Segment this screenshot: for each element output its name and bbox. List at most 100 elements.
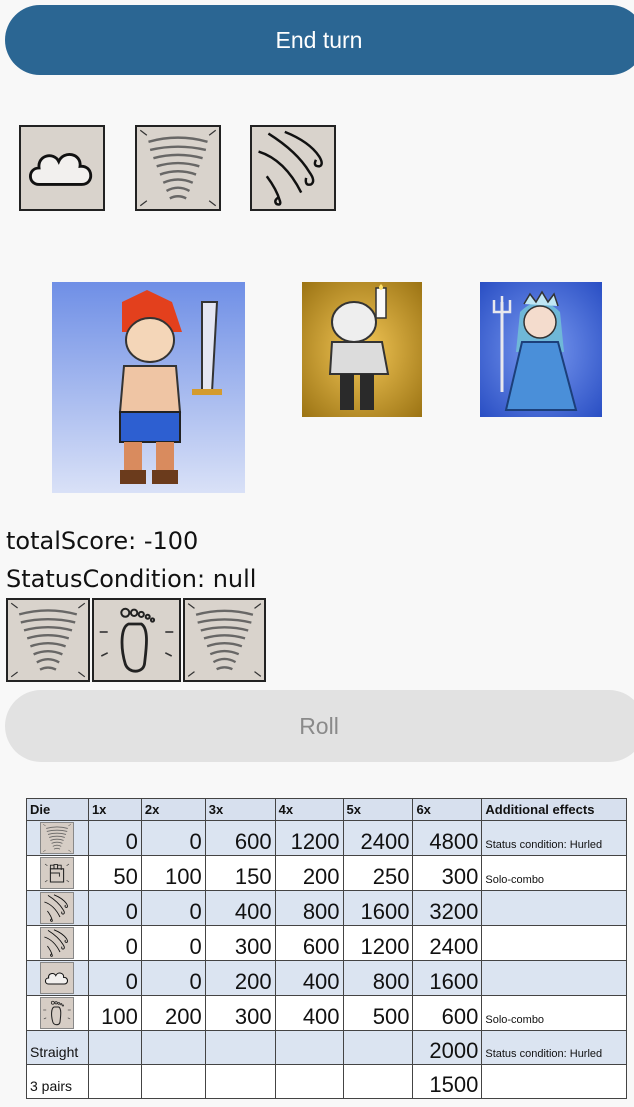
value-cell: 0	[140, 925, 206, 961]
value-cell: 100	[140, 855, 206, 891]
character-portrait-ice-queen[interactable]	[480, 282, 602, 417]
die-cell	[26, 925, 89, 961]
effect-cell: Solo-combo	[481, 855, 627, 891]
effect-cell: Status condition: Hurled	[481, 1030, 627, 1065]
rolled-die-tornado-1[interactable]	[6, 598, 90, 682]
value-cell: 200	[274, 855, 344, 891]
table-row: 50 100 150 200 250 300 Solo-combo	[26, 855, 627, 891]
value-cell: 2400	[342, 820, 414, 856]
table-row: 100 200 300 400 500 600 Solo-combo	[26, 995, 627, 1031]
col-header-2x: 2x	[140, 798, 206, 821]
col-header-4x: 4x	[274, 798, 344, 821]
value-cell: 300	[412, 855, 483, 891]
value-cell	[87, 1064, 142, 1099]
value-cell: 0	[87, 960, 142, 996]
table-row: 3 pairs 1500	[26, 1064, 627, 1099]
value-cell: 0	[140, 960, 206, 996]
value-cell: 200	[204, 960, 276, 996]
rolled-die-footprint[interactable]	[92, 598, 181, 682]
value-cell	[87, 1030, 142, 1065]
red-haired-swordsman-portrait	[52, 282, 245, 493]
value-cell: 0	[140, 820, 206, 856]
tornado-icon	[185, 600, 264, 680]
value-cell: 800	[342, 960, 414, 996]
value-cell: 150	[204, 855, 276, 891]
value-cell	[274, 1064, 344, 1099]
die-cell	[26, 890, 89, 926]
selected-die-cloud[interactable]	[19, 125, 105, 211]
value-cell	[204, 1030, 276, 1065]
value-cell	[140, 1064, 206, 1099]
cloud-icon	[41, 963, 73, 993]
tornado-icon	[41, 823, 73, 853]
table-row: 0 0 400 800 1600 3200	[26, 890, 627, 926]
value-cell: 400	[274, 960, 344, 996]
value-cell: 300	[204, 995, 276, 1031]
effect-cell	[481, 960, 627, 996]
footprint-icon	[94, 600, 179, 680]
table-row: 0 0 200 400 800 1600	[26, 960, 627, 996]
roll-button[interactable]: Roll	[5, 690, 634, 762]
effect-cell: Solo-combo	[481, 995, 627, 1031]
rolled-die-tornado-2[interactable]	[183, 598, 266, 682]
row-label-3-pairs: 3 pairs	[26, 1064, 89, 1099]
col-header-6x: 6x	[412, 798, 483, 821]
col-header-5x: 5x	[342, 798, 414, 821]
fist-icon	[41, 858, 73, 888]
table-row: 0 0 300 600 1200 2400	[26, 925, 627, 961]
value-cell: 600	[274, 925, 344, 961]
wind-swirl-icon	[41, 928, 73, 958]
value-cell: 1600	[412, 960, 483, 996]
value-cell: 4800	[412, 820, 483, 856]
effect-cell	[481, 925, 627, 961]
bearded-candle-man-portrait	[302, 282, 422, 417]
value-cell: 1500	[412, 1064, 483, 1099]
cloud-icon	[21, 127, 103, 209]
value-cell: 400	[204, 890, 276, 926]
character-portrait-candle-man[interactable]	[302, 282, 422, 417]
value-cell: 200	[140, 995, 206, 1031]
value-cell: 0	[140, 890, 206, 926]
die-cell	[26, 995, 89, 1031]
effect-cell	[481, 1064, 627, 1099]
die-cell	[26, 960, 89, 996]
value-cell: 600	[204, 820, 276, 856]
effect-cell	[481, 890, 627, 926]
value-cell: 3200	[412, 890, 483, 926]
value-cell: 0	[87, 820, 142, 856]
value-cell: 2400	[412, 925, 483, 961]
col-header-effects: Additional effects	[481, 798, 627, 821]
footprint-icon	[41, 998, 73, 1028]
col-header-1x: 1x	[87, 798, 142, 821]
tornado-icon	[137, 127, 219, 209]
tornado-icon	[8, 600, 88, 680]
value-cell: 800	[274, 890, 344, 926]
selected-die-wind[interactable]	[250, 125, 336, 211]
selected-die-tornado[interactable]	[135, 125, 221, 211]
end-turn-button[interactable]: End turn	[5, 5, 634, 75]
character-portrait-swordsman[interactable]	[52, 282, 245, 493]
die-cell	[26, 820, 89, 856]
value-cell: 2000	[412, 1030, 483, 1065]
value-cell: 0	[87, 925, 142, 961]
ice-queen-trident-portrait	[480, 282, 602, 417]
value-cell	[140, 1030, 206, 1065]
col-header-3x: 3x	[204, 798, 276, 821]
value-cell	[342, 1064, 414, 1099]
value-cell: 1200	[342, 925, 414, 961]
value-cell: 1200	[274, 820, 344, 856]
value-cell: 300	[204, 925, 276, 961]
status-condition-text: StatusCondition: null	[6, 565, 257, 593]
value-cell	[342, 1030, 414, 1065]
value-cell: 400	[274, 995, 344, 1031]
col-header-die: Die	[26, 798, 89, 821]
value-cell	[204, 1064, 276, 1099]
value-cell: 0	[87, 890, 142, 926]
effect-cell: Status condition: Hurled	[481, 820, 627, 856]
value-cell: 600	[412, 995, 483, 1031]
score-table: Die 1x 2x 3x 4x 5x 6x Additional effects…	[26, 798, 627, 1099]
value-cell: 100	[87, 995, 142, 1031]
total-score-text: totalScore: -100	[6, 527, 199, 555]
table-row: Straight 2000 Status condition: Hurled	[26, 1030, 627, 1065]
table-row: 0 0 600 1200 2400 4800 Status condition:…	[26, 820, 627, 856]
